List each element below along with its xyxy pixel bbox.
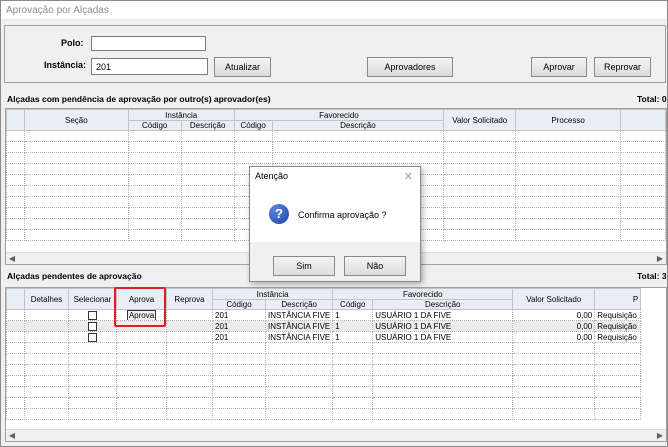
table-row bbox=[6, 386, 642, 398]
question-icon: ? bbox=[269, 204, 289, 224]
cell-valor: 0,00 bbox=[512, 331, 596, 343]
pending-others-title: Alçadas com pendência de aprovação por o… bbox=[7, 94, 271, 104]
col-fav-codigo[interactable]: Código bbox=[233, 120, 273, 131]
pending-others-total: Total: 0 bbox=[637, 94, 667, 104]
cell-fav-descricao: USUÁRIO 1 DA FIVE bbox=[372, 309, 514, 321]
atualizar-button[interactable]: Atualizar bbox=[214, 57, 271, 77]
sim-button[interactable]: Sim bbox=[273, 256, 335, 276]
col-instancia-codigo[interactable]: Código bbox=[127, 120, 182, 131]
cell-processo: Requisição bbox=[594, 309, 642, 321]
table-row bbox=[6, 397, 642, 409]
col-extra bbox=[620, 109, 666, 131]
scroll-left-icon[interactable]: ◀ bbox=[6, 253, 18, 264]
cell-valor: 0,00 bbox=[512, 320, 596, 332]
col-fav-descricao[interactable]: Descrição bbox=[271, 120, 445, 131]
table-row[interactable]: 201 INSTÂNCIA FIVE 1 USUÁRIO 1 DA FIVE 0… bbox=[6, 320, 642, 332]
scroll-left-icon[interactable]: ◀ bbox=[6, 430, 18, 441]
polo-label: Polo: bbox=[61, 38, 84, 48]
select-checkbox[interactable] bbox=[88, 310, 97, 320]
col-instancia-descricao[interactable]: Descrição bbox=[264, 299, 334, 310]
col-reprova[interactable]: Reprova bbox=[166, 288, 213, 310]
col-detalhes[interactable]: Detalhes bbox=[24, 288, 69, 310]
table-row bbox=[6, 353, 642, 365]
col-selecionar[interactable]: Selecionar bbox=[68, 288, 117, 310]
select-checkbox[interactable] bbox=[88, 332, 97, 342]
dialog-title: Atenção bbox=[250, 167, 420, 186]
col-instancia[interactable]: Instância bbox=[127, 109, 235, 121]
cell-descricao: INSTÂNCIA FIVE bbox=[264, 331, 334, 343]
table-row bbox=[6, 342, 642, 354]
col-processo[interactable]: P bbox=[594, 288, 642, 310]
col-fav-codigo[interactable]: Código bbox=[332, 299, 374, 310]
table-row bbox=[6, 130, 666, 142]
col-processo[interactable]: Processo bbox=[515, 109, 622, 131]
cell-descricao: INSTÂNCIA FIVE bbox=[264, 309, 334, 321]
table-row[interactable]: Aprova 201 INSTÂNCIA FIVE 1 USUÁRIO 1 DA… bbox=[6, 309, 642, 321]
cell-fav-descricao: USUÁRIO 1 DA FIVE bbox=[372, 320, 514, 332]
cell-codigo: 201 bbox=[212, 320, 266, 332]
cell-fav-descricao: USUÁRIO 1 DA FIVE bbox=[372, 331, 514, 343]
row-header-corner bbox=[6, 109, 25, 131]
col-fav-descricao[interactable]: Descrição bbox=[372, 299, 514, 310]
col-favorecido[interactable]: Favorecido bbox=[233, 109, 445, 121]
horizontal-scrollbar[interactable]: ◀ ▶ bbox=[6, 429, 666, 441]
table-row bbox=[6, 364, 642, 376]
dialog-message: Confirma aprovação ? bbox=[298, 210, 387, 220]
dialog-body: ? Confirma aprovação ? bbox=[250, 186, 420, 242]
table-row bbox=[6, 375, 642, 387]
reprovar-button[interactable]: Reprovar bbox=[594, 57, 651, 77]
confirm-dialog: Atenção ✕ ? Confirma aprovação ? Sim Não bbox=[249, 166, 421, 282]
cell-valor: 0,00 bbox=[512, 309, 596, 321]
select-checkbox[interactable] bbox=[88, 321, 97, 331]
scroll-right-icon[interactable]: ▶ bbox=[654, 253, 666, 264]
instancia-input[interactable]: 201 bbox=[91, 58, 208, 75]
col-instancia-descricao[interactable]: Descrição bbox=[180, 120, 235, 131]
row-header-corner bbox=[6, 288, 25, 310]
cell-processo: Requisição bbox=[594, 331, 642, 343]
col-valor-solicitado[interactable]: Valor Solicitado bbox=[512, 288, 596, 310]
table-row bbox=[6, 152, 666, 164]
col-secao[interactable]: Seção bbox=[23, 109, 129, 131]
pending-mine-title: Alçadas pendentes de aprovação bbox=[7, 271, 142, 281]
col-favorecido[interactable]: Favorecido bbox=[332, 288, 514, 300]
pending-mine-total: Total: 3 bbox=[637, 271, 667, 281]
scroll-right-icon[interactable]: ▶ bbox=[654, 430, 666, 441]
cell-fav-codigo: 1 bbox=[332, 320, 374, 332]
polo-input[interactable] bbox=[91, 36, 206, 51]
col-valor-solicitado[interactable]: Valor Solicitado bbox=[443, 109, 517, 131]
highlight-aprova-column bbox=[114, 287, 166, 327]
cell-descricao: INSTÂNCIA FIVE bbox=[264, 320, 334, 332]
cell-fav-codigo: 1 bbox=[332, 309, 374, 321]
pending-mine-grid: Detalhes Selecionar Aprova Reprova Instâ… bbox=[5, 287, 667, 442]
cell-processo: Requisição bbox=[594, 320, 642, 332]
window-title: Aprovação por Alçadas bbox=[1, 1, 667, 20]
nao-button[interactable]: Não bbox=[344, 256, 406, 276]
cell-fav-codigo: 1 bbox=[332, 331, 374, 343]
instancia-label: Instância: bbox=[44, 60, 87, 70]
table-row[interactable]: 201 INSTÂNCIA FIVE 1 USUÁRIO 1 DA FIVE 0… bbox=[6, 331, 642, 343]
cell-codigo: 201 bbox=[212, 331, 266, 343]
pending-mine-table: Detalhes Selecionar Aprova Reprova Instâ… bbox=[6, 288, 642, 420]
main-window: Aprovação por Alçadas Polo: Instância: 2… bbox=[0, 0, 668, 447]
aprovar-button[interactable]: Aprovar bbox=[531, 57, 587, 77]
col-instancia[interactable]: Instância bbox=[211, 288, 334, 300]
close-icon[interactable]: ✕ bbox=[404, 170, 413, 183]
table-row bbox=[6, 141, 666, 153]
cell-codigo: 201 bbox=[212, 309, 266, 321]
col-instancia-codigo[interactable]: Código bbox=[212, 299, 266, 310]
table-row bbox=[6, 408, 642, 420]
aprovadores-button[interactable]: Aprovadores bbox=[367, 57, 453, 77]
